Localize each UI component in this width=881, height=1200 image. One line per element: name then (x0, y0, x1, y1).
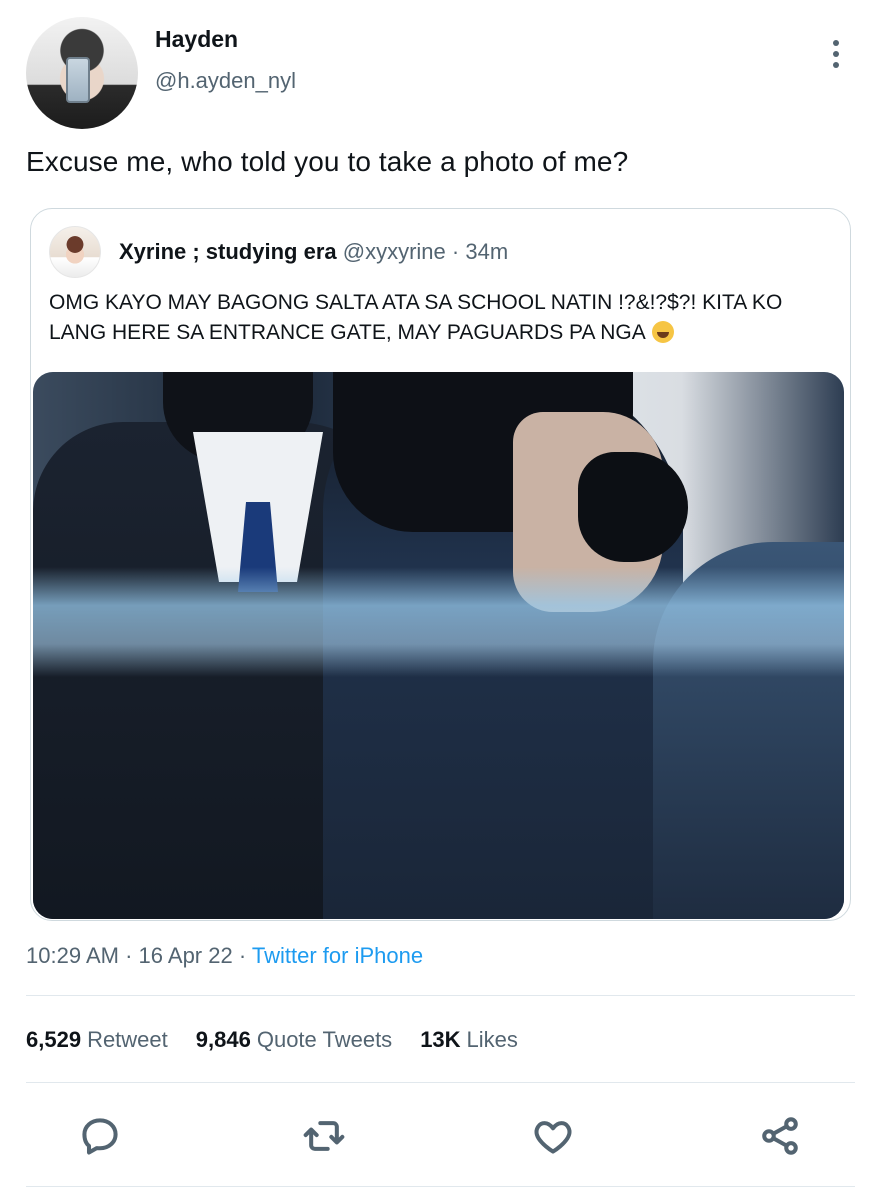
quoted-handle[interactable]: @xyxyrine (343, 239, 446, 264)
author-avatar[interactable] (26, 17, 138, 129)
photo-glare (33, 567, 844, 677)
reply-icon (82, 1118, 118, 1155)
divider (26, 1082, 855, 1083)
separator-dot: · (451, 239, 460, 264)
dot (833, 62, 839, 68)
phone-in-photo (66, 57, 90, 103)
quoted-tweet-card[interactable]: Xyrine ; studying era @xyxyrine · 34m OM… (30, 208, 851, 921)
author-display-name[interactable]: Hayden (155, 26, 238, 53)
quoted-tweet-photo[interactable] (33, 372, 844, 919)
quoted-tweet-text-block: OMG KAYO MAY BAGONG SALTA ATA SA SCHOOL … (49, 288, 839, 348)
reply-button[interactable] (72, 1108, 128, 1164)
quoted-author-avatar[interactable] (49, 226, 101, 278)
retweet-icon (303, 1121, 345, 1151)
quoted-timestamp[interactable]: 34m (465, 239, 508, 264)
like-button[interactable] (525, 1108, 581, 1164)
divider (26, 1186, 855, 1187)
separator-dot: · (238, 943, 247, 968)
quoted-tweet-header: Xyrine ; studying era @xyxyrine · 34m (119, 239, 508, 265)
quote-tweets-label: Quote Tweets (256, 1027, 393, 1052)
separator-dot: · (125, 943, 133, 968)
dot (833, 40, 839, 46)
divider (26, 995, 855, 996)
tweet-metadata: 10:29 AM · 16 Apr 22 · Twitter for iPhon… (26, 943, 423, 969)
heart-icon (534, 1121, 572, 1154)
likes-label: Likes (466, 1027, 518, 1052)
photo-face-mask (578, 452, 688, 562)
likes-number: 13K (420, 1027, 461, 1052)
share-button[interactable] (752, 1108, 808, 1164)
retweets-number: 6,529 (26, 1027, 82, 1052)
tweet-actions-bar (0, 1108, 881, 1164)
grinning-sweat-emoji-icon (652, 321, 675, 343)
tweet-detail: Hayden @h.ayden_nyl Excuse me, who told … (0, 0, 881, 1200)
quote-tweets-number: 9,846 (195, 1027, 251, 1052)
share-icon (762, 1117, 798, 1155)
tweet-text: Excuse me, who told you to take a photo … (26, 146, 629, 177)
tweet-stats: 6,529 Retweet 9,846 Quote Tweets 13K Likes (26, 1027, 518, 1053)
retweets-count[interactable]: 6,529 Retweet (26, 1027, 168, 1053)
tweet-date[interactable]: 16 Apr 22 (139, 943, 233, 968)
quote-tweets-count[interactable]: 9,846 Quote Tweets (196, 1027, 392, 1053)
retweet-button[interactable] (296, 1108, 352, 1164)
tweet-source-link[interactable]: Twitter for iPhone (252, 943, 423, 968)
tweet-time[interactable]: 10:29 AM (26, 943, 119, 968)
retweets-label: Retweet (87, 1027, 168, 1052)
author-handle[interactable]: @h.ayden_nyl (155, 68, 296, 94)
dot (833, 51, 839, 57)
more-options-icon[interactable] (822, 36, 850, 72)
likes-count[interactable]: 13K Likes (420, 1027, 518, 1053)
quoted-display-name[interactable]: Xyrine ; studying era (119, 239, 337, 264)
